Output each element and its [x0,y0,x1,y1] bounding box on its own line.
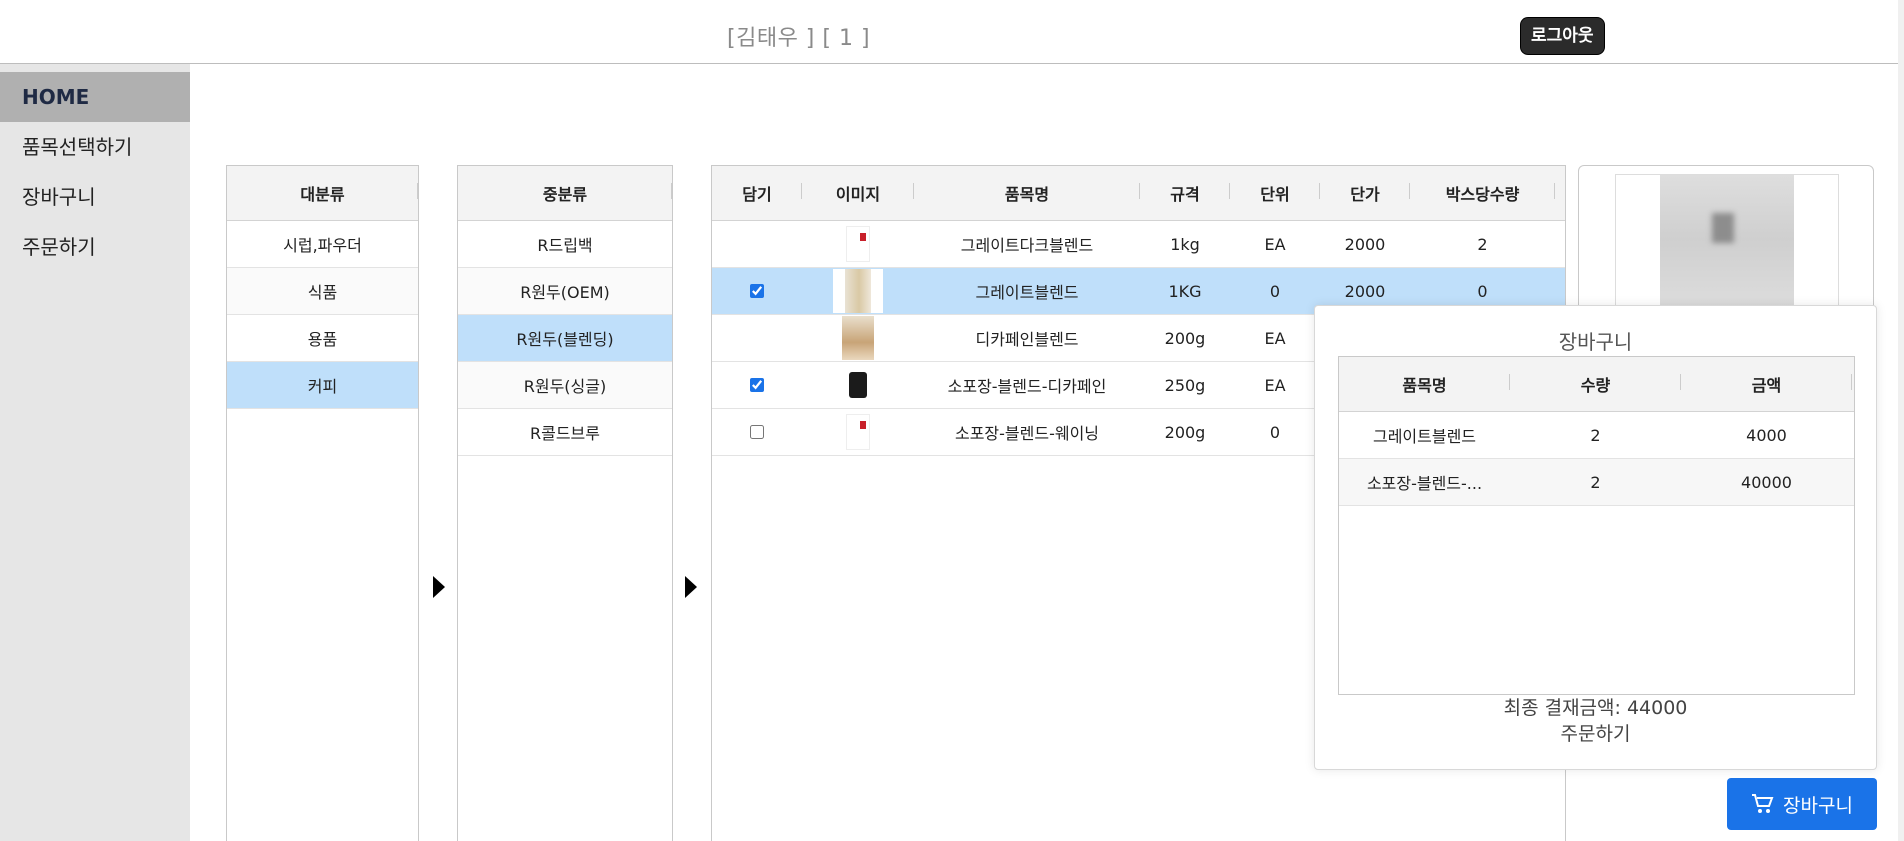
cart-item-amount: 4000 [1746,425,1787,445]
minor-category-item[interactable]: R콜드브루 [458,409,672,456]
cart-item-qty: 2 [1590,472,1601,492]
cart-table-header: 품목명 수량 금액 [1339,357,1854,412]
product-unit: EA [1264,328,1286,348]
product-unit: EA [1264,234,1286,254]
add-to-cart-checkbox[interactable] [750,378,764,392]
cart-item-name: 소포장-블렌드-... [1366,474,1483,493]
product-name: 그레이트블렌드 [975,283,1079,302]
product-name: 디카페인블렌드 [975,330,1079,349]
minor-category-header-label: 중분류 [458,181,672,205]
product-row[interactable]: 그레이트다크블렌드 1kg EA 2000 2 [712,221,1565,268]
product-spec: 200g [1164,422,1206,442]
major-category-panel: 대분류 시럽,파우더 식품 용품 커피 [226,165,419,841]
cart-table: 품목명 수량 금액 그레이트블렌드 2 4000 소포장-블렌드-... 2 4… [1338,356,1855,695]
product-name: 그레이트다크블렌드 [960,236,1094,255]
logout-button[interactable]: 로그아웃 [1521,18,1604,54]
app-root: [김태우 ] [ 1 ] 로그아웃 HOME 품목선택하기 장바구니 주문하기 … [0,0,1904,841]
cart-item-amount: 40000 [1741,472,1792,492]
col-per-box: 박스당수량 [1410,181,1555,205]
major-category-list: 시럽,파우더 식품 용품 커피 [227,221,418,409]
sidebar-item-home[interactable]: HOME [0,72,190,122]
minor-category-header: 중분류 [458,166,672,221]
major-category-item-selected[interactable]: 커피 [227,362,418,409]
col-price: 단가 [1320,181,1410,205]
minor-category-item-selected[interactable]: R원두(블렌딩) [458,315,672,362]
arrow-right-icon [433,576,445,598]
header: [김태우 ] [ 1 ] 로그아웃 [0,0,1904,64]
sidebar-item-select-products[interactable]: 품목선택하기 [0,122,190,172]
minor-category-list: R드립백 R원두(OEM) R원두(블렌딩) R원두(싱글) R콜드브루 [458,221,672,456]
product-unit: 0 [1269,281,1281,301]
product-spec: 200g [1164,328,1206,348]
product-price: 2000 [1344,234,1386,254]
col-unit: 단위 [1230,181,1320,205]
product-thumbnail [846,414,870,450]
cart-icon [1752,794,1774,813]
minor-category-item[interactable]: R원두(싱글) [458,362,672,409]
product-thumbnail [842,316,874,360]
check-cell [712,315,802,361]
product-per-box: 2 [1477,234,1488,254]
minor-category-panel: 중분류 R드립백 R원두(OEM) R원두(블렌딩) R원두(싱글) R콜드브루 [457,165,673,841]
cart-row[interactable]: 그레이트블렌드 2 4000 [1339,412,1854,459]
major-category-header: 대분류 [227,166,418,221]
cart-total: 최종 결재금액: 44000 [1503,697,1688,719]
major-category-item[interactable]: 시럽,파우더 [227,221,418,268]
cart-col-qty: 수량 [1510,372,1681,396]
cart-button-label: 장바구니 [1783,794,1853,817]
col-name: 품목명 [914,181,1140,205]
product-table-header: 담기 이미지 품목명 규격 단위 단가 박스당수량 [712,166,1565,221]
cart-col-name: 품목명 [1339,372,1510,396]
product-name: 소포장-블렌드-웨이닝 [954,424,1100,443]
product-spec: 250g [1164,375,1206,395]
arrow-right-icon [685,576,697,598]
product-spec: 1kg [1170,234,1200,254]
product-thumbnail [844,367,872,403]
col-spec: 규격 [1140,181,1230,205]
product-thumbnail [846,226,870,262]
sidebar-item-order[interactable]: 주문하기 [0,222,190,272]
minor-category-item[interactable]: R원두(OEM) [458,268,672,315]
order-link[interactable]: 주문하기 [1315,719,1876,746]
check-cell [712,221,802,267]
product-unit: EA [1264,375,1286,395]
cart-row[interactable]: 소포장-블렌드-... 2 40000 [1339,459,1854,506]
minor-category-item[interactable]: R드립백 [458,221,672,268]
product-spec: 1KG [1168,281,1202,301]
col-image: 이미지 [802,181,914,205]
add-to-cart-checkbox[interactable] [750,284,764,298]
major-category-item[interactable]: 식품 [227,268,418,315]
user-info: [김태우 ] [ 1 ] [727,26,871,51]
product-unit: 0 [1269,422,1281,442]
cart-button[interactable]: 장바구니 [1727,778,1877,830]
cart-col-amount: 금액 [1681,372,1852,396]
col-check: 담기 [712,181,802,205]
cart-popup: 장바구니 품목명 수량 금액 그레이트블렌드 2 4000 소포장-블렌드-..… [1314,305,1877,770]
add-to-cart-checkbox[interactable] [750,425,764,439]
sidebar-item-cart[interactable]: 장바구니 [0,172,190,222]
major-category-item[interactable]: 용품 [227,315,418,362]
scrollbar[interactable] [1898,0,1904,841]
product-thumbnail [833,269,883,313]
major-category-header-label: 대분류 [227,181,418,205]
cart-item-name: 그레이트블렌드 [1372,427,1477,446]
cart-item-qty: 2 [1590,425,1601,445]
cart-popup-title: 장바구니 [1558,330,1633,354]
sidebar: HOME 품목선택하기 장바구니 주문하기 [0,64,190,841]
product-name: 소포장-블렌드-디카페인 [947,377,1107,396]
